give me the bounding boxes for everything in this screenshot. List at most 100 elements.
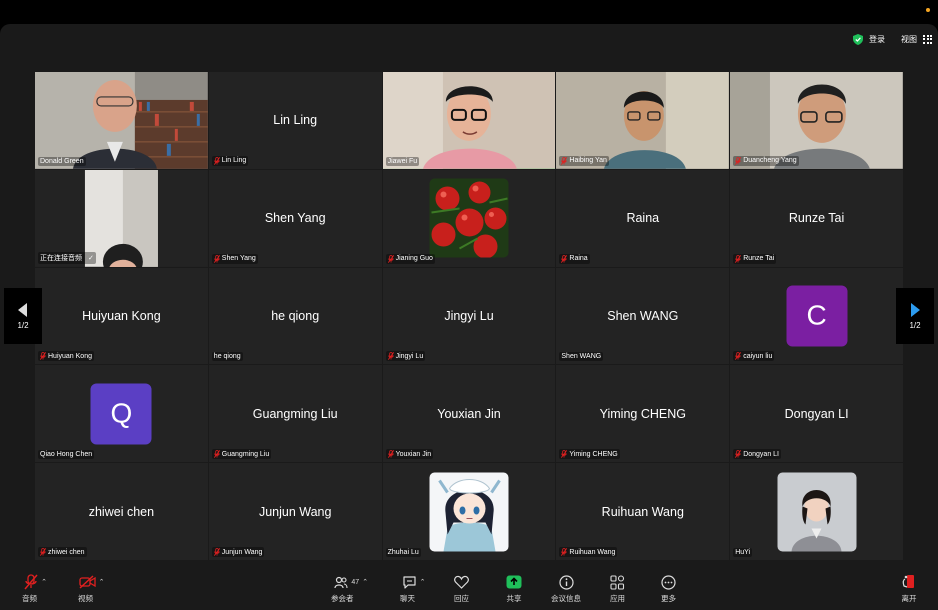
initial-avatar: Q	[90, 383, 152, 445]
leave-door-icon	[902, 575, 914, 588]
participant-tile[interactable]: Ccaiyun liu	[730, 267, 903, 365]
apps-button[interactable]: 应用	[610, 574, 625, 604]
participant-name: Qiao Hong Chen	[40, 451, 93, 459]
participant-tile[interactable]: 正在连接音频 ✓	[35, 169, 208, 267]
more-button[interactable]: 更多	[661, 574, 676, 604]
participant-name: Guangming Liu	[221, 450, 270, 458]
participant-name: Youxian Jin	[395, 450, 432, 458]
avatar-initial: Q	[110, 397, 133, 429]
participants-icon	[334, 576, 348, 588]
participant-display-name: Guangming Liu	[252, 406, 338, 421]
participant-display-name: Shen WANG	[607, 308, 679, 323]
participant-tile[interactable]: Jiawei Fu	[382, 72, 556, 169]
leave-button[interactable]: 离开	[901, 574, 917, 604]
participant-display-name: Ruihuan Wang	[601, 504, 684, 519]
chevron-up-icon[interactable]: ⌃	[420, 578, 426, 586]
next-page-button[interactable]: 1/2	[896, 288, 934, 344]
participant-tile[interactable]: Youxian Jin Youxian Jin	[382, 365, 556, 463]
participant-name: 正在连接音频	[40, 254, 82, 262]
video-button[interactable]: ⌃ 视频	[78, 574, 105, 604]
participant-tile[interactable]: Junjun Wang Junjun Wang	[208, 463, 382, 560]
participant-display-name: Runze Tai	[788, 211, 845, 226]
view-button[interactable]: 视图	[901, 34, 917, 45]
mic-muted-icon	[735, 156, 742, 165]
chat-button[interactable]: ⌃ 聊天	[400, 574, 427, 604]
participant-tile[interactable]: Dongyan LI Dongyan LI	[730, 365, 903, 463]
participant-name: Yiming CHENG	[569, 450, 618, 458]
participant-name: Raina	[569, 255, 588, 263]
participant-name: Jiawei Fu	[387, 157, 418, 165]
participant-tile[interactable]: Haibing Yan	[556, 72, 730, 169]
participant-name: Duancheng Yang	[743, 157, 797, 165]
participant-tile[interactable]: Jingyi Lu Jingyi Lu	[382, 267, 556, 365]
participant-tile[interactable]: Raina Raina	[556, 169, 730, 267]
participant-name: Ruihuan Wang	[569, 548, 616, 556]
prev-page-indicator: 1/2	[17, 320, 29, 330]
meeting-info-button[interactable]: 会议信息	[551, 574, 581, 604]
share-button[interactable]: 共享	[506, 574, 522, 604]
participant-tile[interactable]: Yiming CHENG Yiming CHENG	[556, 365, 730, 463]
participant-tile[interactable]: Donald Green	[35, 72, 208, 169]
participants-count: 47	[351, 578, 360, 586]
prev-page-button[interactable]: 1/2	[4, 288, 42, 344]
chat-label: 聊天	[400, 594, 415, 603]
participant-name: Jianing Guo	[395, 255, 433, 263]
mic-muted-icon	[561, 156, 568, 165]
participant-tile[interactable]: he qiong he qiong	[208, 267, 382, 365]
chevron-up-icon[interactable]: ⌃	[99, 578, 105, 586]
participant-display-name: he qiong	[271, 308, 320, 323]
more-label: 更多	[661, 594, 676, 603]
participant-name-label: Donald Green	[38, 156, 86, 166]
participant-tile[interactable]: Huiyuan Kong Huiyuan Kong	[35, 267, 208, 365]
audio-button[interactable]: ⌃ 音频	[22, 574, 49, 604]
mic-muted-icon	[735, 254, 742, 263]
participant-name: Shen Yang	[221, 255, 256, 263]
participant-name: Runze Tai	[743, 255, 775, 263]
mic-muted-icon	[213, 156, 220, 165]
participant-name: Haibing Yan	[569, 157, 607, 165]
participant-tile[interactable]: Duancheng Yang	[730, 72, 903, 169]
meeting-info-label: 会议信息	[551, 594, 581, 603]
participant-name: Shen WANG	[561, 353, 602, 361]
signin-link[interactable]: 登录	[869, 34, 885, 45]
participant-name-label: HuYi	[733, 548, 753, 557]
participant-display-name: Shen Yang	[264, 211, 326, 226]
participant-display-name: Jingyi Lu	[444, 308, 494, 323]
participant-name-label: Qiao Hong Chen	[38, 450, 95, 460]
mic-muted-icon	[561, 548, 568, 556]
participant-name-label: Guangming Liu	[211, 449, 272, 460]
participant-tile[interactable]: zhiwei chen zhiwei chen	[35, 463, 208, 560]
info-icon	[558, 574, 574, 590]
participant-tile[interactable]: Runze Tai Runze Tai	[730, 169, 903, 267]
participant-tile[interactable]: Q Qiao Hong Chen	[35, 365, 208, 463]
participant-tile[interactable]: Jianing Guo	[382, 169, 556, 267]
participant-tile[interactable]: Guangming Liu Guangming Liu	[208, 365, 382, 463]
grid-view-icon[interactable]	[923, 34, 932, 44]
participant-name: he qiong	[213, 353, 241, 361]
participant-tile[interactable]: HuYi	[730, 463, 903, 560]
participant-name: HuYi	[735, 549, 751, 556]
participant-tile[interactable]: Shen Yang Shen Yang	[208, 169, 382, 267]
audio-label: 音频	[22, 594, 37, 603]
participant-name-label: Duancheng Yang	[733, 155, 799, 166]
participant-name-label: Haibing Yan	[559, 155, 609, 166]
participant-tile[interactable]: Zhuhai Lu	[382, 463, 556, 560]
participant-video	[382, 72, 556, 169]
participant-name: Huiyuan Kong	[48, 352, 92, 360]
participant-tile[interactable]: Lin Ling Lin Ling	[208, 72, 382, 169]
participant-name: zhiwei chen	[48, 548, 85, 556]
participant-tile[interactable]: Shen WANG Shen WANG	[556, 267, 730, 365]
apps-icon	[610, 574, 625, 590]
shield-icon	[853, 33, 863, 45]
participant-tile[interactable]: Ruihuan Wang Ruihuan Wang	[556, 463, 730, 560]
participant-display-name: Junjun Wang	[258, 504, 332, 519]
participants-button[interactable]: 47 ⌃ 参会者	[331, 574, 372, 604]
reactions-button[interactable]: 回应	[454, 574, 469, 604]
participant-name: Jingyi Lu	[395, 352, 424, 360]
participant-name-label: Youxian Jin	[385, 449, 434, 460]
top-bar: 登录 视图	[853, 30, 932, 48]
mic-muted-icon	[24, 574, 38, 590]
chevron-up-icon[interactable]: ⌃	[362, 578, 368, 586]
participant-name-label: he qiong	[211, 352, 243, 362]
chevron-up-icon[interactable]: ⌃	[41, 578, 47, 586]
